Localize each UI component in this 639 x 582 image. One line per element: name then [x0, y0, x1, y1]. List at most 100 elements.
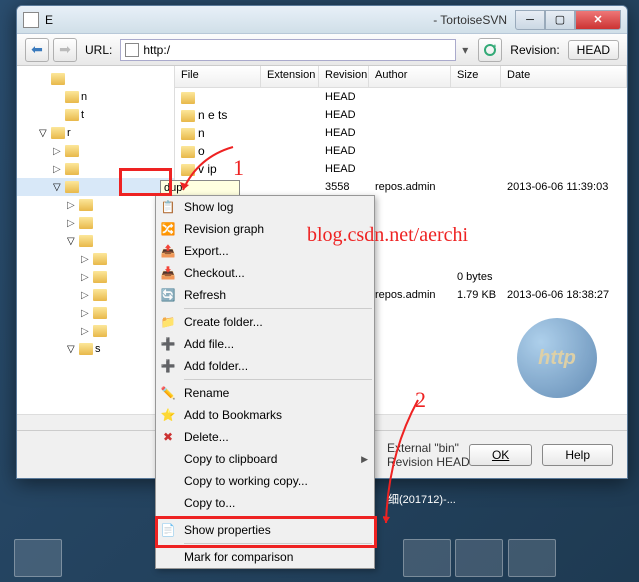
- tree-item[interactable]: r: [17, 124, 174, 142]
- head-button[interactable]: HEAD: [568, 40, 619, 60]
- folder-icon: [79, 199, 93, 211]
- menu-label: Copy to working copy...: [184, 474, 368, 488]
- menu-item-create-folder-[interactable]: 📁 Create folder...: [156, 311, 374, 333]
- col-revision[interactable]: Revision: [319, 66, 369, 87]
- titlebar[interactable]: E - TortoiseSVN ─ ▢ ✕: [17, 6, 627, 34]
- menu-label: Delete...: [184, 430, 368, 444]
- revision-label: Revision:: [510, 43, 559, 57]
- expand-icon[interactable]: [81, 290, 91, 301]
- list-row[interactable]: n e tsHEAD: [175, 106, 627, 124]
- tree-label: t: [81, 109, 84, 121]
- help-button[interactable]: Help: [542, 444, 613, 466]
- folder-icon: [181, 128, 195, 140]
- menu-icon: 📁: [160, 314, 176, 330]
- folder-tree[interactable]: ntr s: [17, 66, 175, 418]
- expand-icon[interactable]: [67, 236, 77, 247]
- tree-item[interactable]: t: [17, 106, 174, 124]
- back-button[interactable]: ⬅: [25, 38, 49, 62]
- expand-icon[interactable]: [39, 128, 49, 139]
- col-size[interactable]: Size: [451, 66, 501, 87]
- taskbar-label: 细(201712)-...: [388, 491, 456, 507]
- tree-item[interactable]: [17, 304, 174, 322]
- taskbar-item[interactable]: [403, 539, 451, 577]
- expand-icon[interactable]: [53, 164, 63, 175]
- tree-label: s: [95, 343, 101, 355]
- menu-label: Mark for comparison: [184, 550, 368, 564]
- menu-icon: 📥: [160, 265, 176, 281]
- expand-icon[interactable]: [81, 326, 91, 337]
- taskbar-item[interactable]: [14, 539, 62, 577]
- expand-icon[interactable]: [81, 272, 91, 283]
- menu-item-add-file-[interactable]: ➕Add file...: [156, 333, 374, 355]
- col-author[interactable]: Author: [369, 66, 451, 87]
- tree-item[interactable]: [17, 160, 174, 178]
- expand-icon[interactable]: [67, 344, 77, 355]
- list-header[interactable]: File Extension Revision Author Size Date: [175, 66, 627, 88]
- tree-item[interactable]: [17, 142, 174, 160]
- forward-button[interactable]: ➡: [53, 38, 77, 62]
- menu-item-checkout-[interactable]: 📥Checkout...: [156, 262, 374, 284]
- menu-item-refresh[interactable]: 🔄Refresh: [156, 284, 374, 306]
- menu-item-copy-to-working-copy-[interactable]: Copy to working copy...: [156, 470, 374, 492]
- taskbar-item[interactable]: [508, 539, 556, 577]
- expand-icon[interactable]: [81, 308, 91, 319]
- ok-button[interactable]: OK: [469, 444, 532, 466]
- menu-icon: [160, 473, 176, 489]
- list-row[interactable]: HEAD: [175, 88, 627, 106]
- menu-separator: [184, 543, 372, 544]
- menu-label: Refresh: [184, 288, 368, 302]
- menu-item-add-to-bookmarks[interactable]: ⭐Add to Bookmarks: [156, 404, 374, 426]
- maximize-button[interactable]: ▢: [545, 10, 575, 30]
- taskbar-item[interactable]: [455, 539, 503, 577]
- menu-item-show-properties[interactable]: 📄Show properties: [156, 519, 374, 541]
- menu-separator: [184, 379, 372, 380]
- tree-item[interactable]: [17, 232, 174, 250]
- col-extension[interactable]: Extension: [261, 66, 319, 87]
- menu-icon: ➕: [160, 358, 176, 374]
- expand-icon[interactable]: [53, 182, 63, 193]
- folder-icon: [93, 307, 107, 319]
- menu-item-rename[interactable]: ✏️Rename: [156, 382, 374, 404]
- tree-item[interactable]: [17, 214, 174, 232]
- refresh-button[interactable]: [478, 38, 502, 62]
- col-file[interactable]: File: [175, 66, 261, 87]
- expand-icon[interactable]: [67, 218, 77, 229]
- url-label: URL:: [85, 43, 112, 57]
- tree-item[interactable]: [17, 196, 174, 214]
- menu-item-copy-to-clipboard[interactable]: Copy to clipboard▶: [156, 448, 374, 470]
- menu-label: Copy to...: [184, 496, 368, 510]
- menu-item-copy-to-[interactable]: Copy to...: [156, 492, 374, 514]
- tree-item[interactable]: [17, 322, 174, 340]
- toolbar: ⬅ ➡ URL: http:/ ▾ Revision: HEAD: [17, 34, 627, 66]
- close-button[interactable]: ✕: [575, 10, 621, 30]
- minimize-button[interactable]: ─: [515, 10, 545, 30]
- title-suffix: - TortoiseSVN: [53, 13, 515, 27]
- folder-icon: [65, 145, 79, 157]
- menu-item-add-folder-[interactable]: ➕Add folder...: [156, 355, 374, 377]
- folder-icon: [93, 271, 107, 283]
- menu-item-revision-graph[interactable]: 🔀Revision graph: [156, 218, 374, 240]
- tree-item[interactable]: n: [17, 88, 174, 106]
- expand-icon[interactable]: [67, 200, 77, 211]
- col-date[interactable]: Date: [501, 66, 627, 87]
- dropdown-icon[interactable]: ▾: [462, 43, 468, 57]
- tree-item[interactable]: [17, 70, 174, 88]
- tree-item[interactable]: [17, 250, 174, 268]
- menu-icon: ⭐: [160, 407, 176, 423]
- menu-item-mark-for-comparison[interactable]: Mark for comparison: [156, 546, 374, 568]
- menu-item-export-[interactable]: 📤Export...: [156, 240, 374, 262]
- context-menu[interactable]: 📋Show log🔀Revision graph📤Export...📥Check…: [155, 195, 375, 569]
- expand-icon[interactable]: [53, 146, 63, 157]
- menu-icon: 📄: [160, 522, 176, 538]
- url-input[interactable]: http:/: [120, 39, 456, 61]
- menu-item-delete-[interactable]: ✖Delete...: [156, 426, 374, 448]
- tree-item[interactable]: [17, 268, 174, 286]
- tree-item[interactable]: s: [17, 340, 174, 358]
- folder-icon: [65, 109, 79, 121]
- menu-item-show-log[interactable]: 📋Show log: [156, 196, 374, 218]
- expand-icon[interactable]: [81, 254, 91, 265]
- tree-item[interactable]: [17, 286, 174, 304]
- list-row[interactable]: nHEAD: [175, 124, 627, 142]
- menu-label: Create folder...: [184, 315, 368, 329]
- tree-item[interactable]: [17, 178, 174, 196]
